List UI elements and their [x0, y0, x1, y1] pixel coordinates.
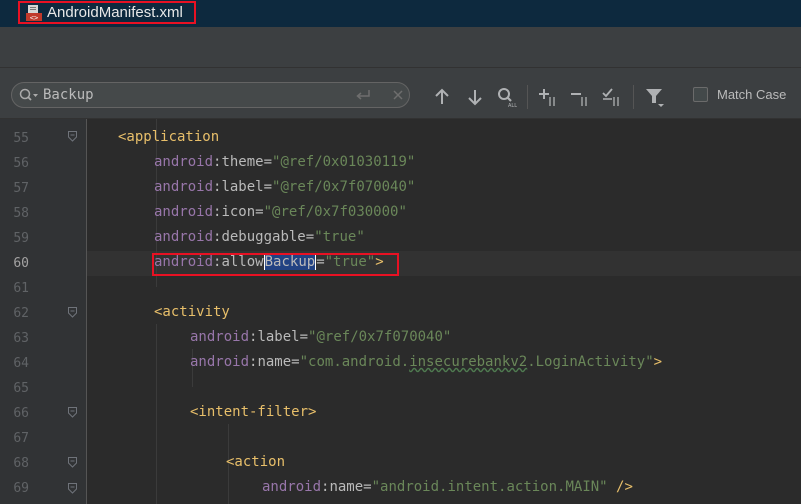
attr-namespace: android	[154, 154, 214, 170]
attr-name: label	[221, 179, 264, 195]
code-line[interactable]: 58 android:icon="@ref/0x7f030000"	[0, 201, 801, 226]
attr-namespace: android	[190, 354, 250, 370]
editor-tab-bar: <> AndroidManifest.xml	[0, 0, 801, 27]
xml-tag: <activity	[154, 304, 230, 320]
next-occurrence-icon[interactable]	[464, 86, 486, 108]
code-line[interactable]: 64 android:name="com.android.insecureban…	[0, 351, 801, 376]
search-box[interactable]	[11, 82, 410, 108]
code-line[interactable]: 67	[0, 426, 801, 451]
line-number: 56	[13, 156, 29, 171]
code-line[interactable]: 56 android:theme="@ref/0x01030119"	[0, 151, 801, 176]
code-line[interactable]: 68 <action	[0, 451, 801, 476]
remove-selection-icon[interactable]	[569, 86, 591, 108]
tag-close: />	[607, 479, 633, 495]
new-line-icon[interactable]	[354, 88, 372, 102]
clear-search-icon[interactable]	[392, 89, 404, 101]
line-number: 59	[13, 231, 29, 246]
match-case-option[interactable]: Match Case	[693, 87, 786, 102]
code-line[interactable]: 59 android:debuggable="true"	[0, 226, 801, 251]
attr-name: name	[257, 354, 292, 370]
attr-name: name	[329, 479, 364, 495]
xml-file-icon: <>	[25, 4, 43, 22]
line-number: 55	[13, 131, 29, 146]
find-bar: ALL Match Case	[0, 68, 801, 119]
line-number: 62	[13, 306, 29, 321]
code-line[interactable]: 61	[0, 276, 801, 301]
filter-icon[interactable]	[644, 86, 666, 108]
attr-value-part: "com.android.	[299, 354, 410, 370]
line-number: 67	[13, 431, 29, 446]
find-all-icon[interactable]: ALL	[495, 86, 517, 108]
previous-occurrence-icon[interactable]	[431, 86, 453, 108]
xml-tag: <intent-filter>	[190, 404, 317, 420]
attr-value: "@ref/0x7f070040"	[272, 179, 416, 195]
toolbar-area	[0, 27, 801, 68]
line-number: 65	[13, 381, 29, 396]
attr-name: label	[257, 329, 300, 345]
attr-namespace: android	[154, 229, 214, 245]
attr-namespace: android	[154, 204, 214, 220]
select-all-occurrences-icon[interactable]	[601, 86, 623, 108]
attr-value: "android.intent.action.MAIN"	[371, 479, 608, 495]
search-input[interactable]	[43, 86, 343, 104]
spellcheck-underlined-word: insecurebankv2	[409, 354, 528, 370]
code-line-current[interactable]: 60 android:allowBackup="true">	[0, 251, 801, 276]
code-line[interactable]: 66 <intent-filter>	[0, 401, 801, 426]
line-number: 61	[13, 281, 29, 296]
line-number: 63	[13, 331, 29, 346]
code-editor[interactable]: 55 <application 56 android:theme="@ref/0…	[0, 119, 801, 504]
code-line[interactable]: 63 android:label="@ref/0x7f070040"	[0, 326, 801, 351]
match-case-label: Match Case	[717, 87, 787, 102]
xml-tag: <application	[118, 129, 220, 145]
line-number: 60	[13, 256, 29, 271]
attr-value: "@ref/0x7f070040"	[308, 329, 452, 345]
search-history-icon[interactable]	[19, 88, 39, 104]
tag-close: >	[653, 354, 663, 370]
svg-text:ALL: ALL	[508, 103, 517, 108]
tab-android-manifest[interactable]: <> AndroidManifest.xml	[18, 1, 196, 24]
line-number: 69	[13, 481, 29, 496]
attr-value: "@ref/0x7f030000"	[263, 204, 407, 220]
attr-value: "true"	[314, 229, 365, 245]
annotation-highlight-box	[152, 253, 399, 276]
line-number: 64	[13, 356, 29, 371]
xml-tag: <action	[226, 454, 286, 470]
match-case-checkbox[interactable]	[693, 87, 708, 102]
code-line[interactable]: 57 android:label="@ref/0x7f070040"	[0, 176, 801, 201]
code-line[interactable]: 69 android:name="android.intent.action.M…	[0, 476, 801, 501]
line-number: 68	[13, 456, 29, 471]
attr-value: "@ref/0x01030119"	[272, 154, 416, 170]
attr-namespace: android	[262, 479, 322, 495]
attr-value-part: .LoginActivity"	[527, 354, 654, 370]
line-number: 66	[13, 406, 29, 421]
add-selection-icon[interactable]	[537, 86, 559, 108]
code-line[interactable]: 65	[0, 376, 801, 401]
code-line[interactable]: 55 <application	[0, 126, 801, 151]
line-number: 57	[13, 181, 29, 196]
toolbar-divider	[527, 85, 528, 109]
line-number: 58	[13, 206, 29, 221]
attr-name: icon	[221, 204, 256, 220]
toolbar-divider	[633, 85, 634, 109]
attr-namespace: android	[190, 329, 250, 345]
svg-text:<>: <>	[30, 14, 38, 22]
attr-name: debuggable	[221, 229, 306, 245]
attr-namespace: android	[154, 179, 214, 195]
tab-label: AndroidManifest.xml	[47, 4, 183, 21]
attr-name: theme	[221, 154, 264, 170]
code-line[interactable]: 62 <activity	[0, 301, 801, 326]
